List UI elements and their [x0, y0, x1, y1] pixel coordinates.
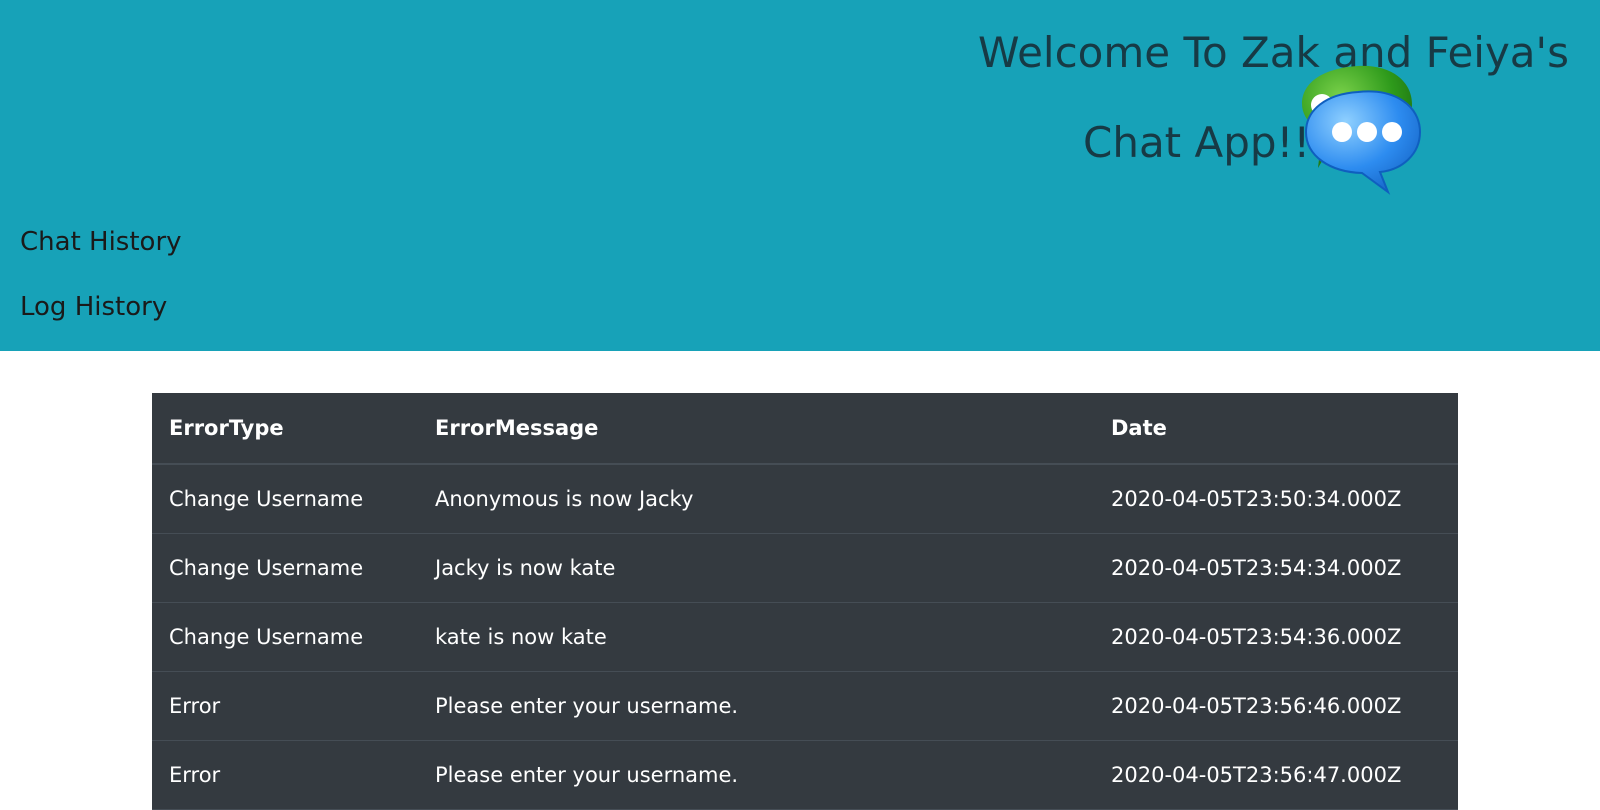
chat-bubbles-icon: [1302, 65, 1422, 195]
cell-errortype: Change Username: [152, 602, 418, 672]
cell-date: 2020-04-05T23:56:47.000Z: [1094, 740, 1458, 810]
table-row: Change Username Jacky is now kate 2020-0…: [152, 533, 1458, 603]
column-header-date: Date: [1094, 393, 1458, 465]
column-header-errormessage: ErrorMessage: [418, 393, 1094, 465]
log-table: ErrorType ErrorMessage Date Change Usern…: [152, 393, 1458, 810]
table-row: Error Please enter your username. 2020-0…: [152, 740, 1458, 810]
column-header-errortype: ErrorType: [152, 393, 418, 465]
cell-errortype: Error: [152, 740, 418, 810]
table-row: Error Please enter your username. 2020-0…: [152, 671, 1458, 741]
table-row: Change Username Anonymous is now Jacky 2…: [152, 464, 1458, 534]
cell-date: 2020-04-05T23:54:34.000Z: [1094, 533, 1458, 603]
cell-date: 2020-04-05T23:50:34.000Z: [1094, 464, 1458, 534]
cell-errortype: Error: [152, 671, 418, 741]
cell-errormessage: Please enter your username.: [418, 671, 1094, 741]
cell-date: 2020-04-05T23:56:46.000Z: [1094, 671, 1458, 741]
cell-errortype: Change Username: [152, 533, 418, 603]
cell-errormessage: Jacky is now kate: [418, 533, 1094, 603]
nav-chat-history-link[interactable]: Chat History: [20, 227, 182, 257]
cell-errormessage: Please enter your username.: [418, 740, 1094, 810]
cell-errormessage: Anonymous is now Jacky: [418, 464, 1094, 534]
nav-log-history-link[interactable]: Log History: [20, 292, 167, 322]
log-table-container: ErrorType ErrorMessage Date Change Usern…: [152, 393, 1458, 810]
page-header: Welcome To Zak and Feiya's Chat App!! Ch…: [0, 0, 1600, 351]
page-title-line2: Chat App!!: [1083, 118, 1311, 167]
table-header-row: ErrorType ErrorMessage Date: [152, 393, 1458, 465]
cell-errormessage: kate is now kate: [418, 602, 1094, 672]
cell-errortype: Change Username: [152, 464, 418, 534]
cell-date: 2020-04-05T23:54:36.000Z: [1094, 602, 1458, 672]
page-title-line1: Welcome To Zak and Feiya's: [978, 28, 1569, 77]
table-row: Change Username kate is now kate 2020-04…: [152, 602, 1458, 672]
